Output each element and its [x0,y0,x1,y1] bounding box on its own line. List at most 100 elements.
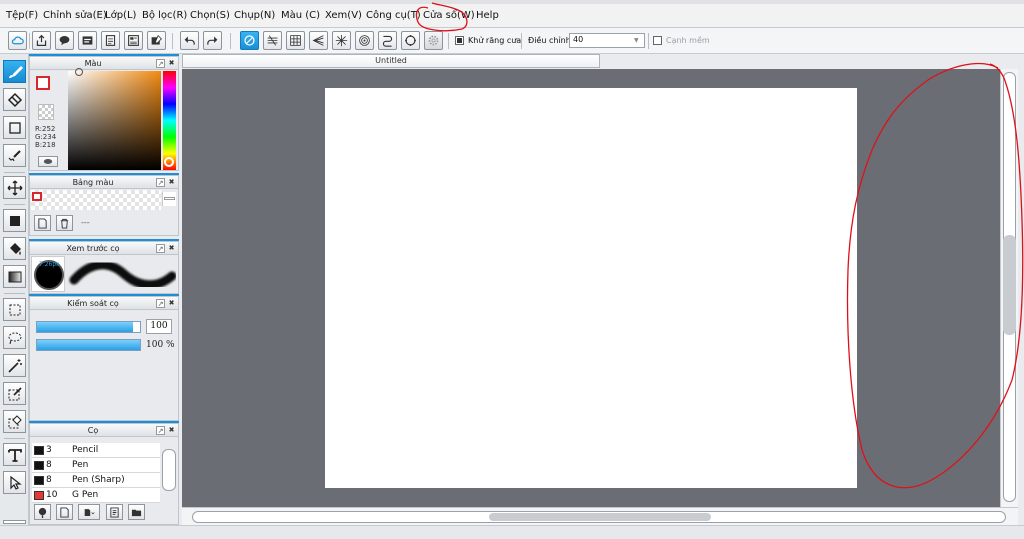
canvas-workspace[interactable] [182,69,1000,507]
brush-menu-button[interactable] [78,504,100,520]
picker-cursor[interactable] [75,68,83,76]
grid-button[interactable] [286,31,305,50]
close-icon[interactable]: ✖ [167,178,176,187]
brush-item-pen[interactable]: 8 Pen [32,458,160,473]
tool-brush[interactable] [3,60,26,83]
hatching-button[interactable] [263,31,282,50]
menu-help[interactable]: Help [476,10,499,21]
tool-select-eraser[interactable] [3,410,26,433]
tool-operation[interactable] [3,471,26,494]
menu-file[interactable]: Tệp(F) [6,10,38,21]
detach-icon[interactable]: ↗ [156,244,165,253]
menu-capture[interactable]: Chụp(N) [234,10,275,21]
lasso-icon [8,332,21,344]
drawing-canvas[interactable] [325,88,857,488]
tool-select-pen[interactable] [3,382,26,405]
horizontal-scroll-track[interactable] [192,511,1006,523]
chevron-down-icon[interactable]: ▼ [634,37,639,44]
menu-window[interactable]: Cửa sổ(W) [423,10,475,21]
circle-ruler-button[interactable] [401,31,420,50]
menu-filter[interactable]: Bộ lọc(R) [142,10,187,21]
antialias-checkbox[interactable] [455,36,464,45]
menu-view[interactable]: Xem(V) [325,10,362,21]
brush-folder-button[interactable] [128,504,145,520]
saturation-value-picker[interactable] [68,68,161,170]
vertical-scrollbar[interactable] [1000,69,1018,507]
hue-slider-handle[interactable] [164,157,174,167]
brush-size-input[interactable]: 100 [146,319,172,334]
menu-tool[interactable]: Công cụ(T) [366,10,421,21]
hue-slider[interactable] [163,71,176,170]
card-button[interactable] [78,31,97,50]
close-icon[interactable]: ✖ [167,299,176,308]
cloud-button[interactable] [8,31,27,50]
horizontal-scroll-thumb[interactable] [489,513,711,521]
menu-color[interactable]: Màu (C) [281,10,320,21]
brush-item-pen-sharp[interactable]: 8 Pen (Sharp) [32,473,160,488]
transparent-color-swatch[interactable] [38,104,54,120]
brush-item-pencil[interactable]: 3 Pencil [32,443,160,458]
radial-lines-button[interactable] [332,31,351,50]
detach-icon[interactable]: ↗ [156,178,165,187]
brush-opacity-slider[interactable] [36,339,141,351]
tool-text[interactable] [3,443,26,466]
perspective-button[interactable] [309,31,328,50]
new-page-icon [38,217,47,229]
brush-size-fill [37,322,133,332]
delete-swatch-button[interactable] [56,215,73,231]
foreground-color-swatch[interactable] [36,76,50,90]
tool-palette-collapse[interactable] [3,520,26,524]
palette-scrollbar[interactable] [162,192,176,206]
tool-bucket[interactable] [3,237,26,260]
tool-rectangle[interactable] [3,116,26,139]
brush-item-g-pen[interactable]: 10 G Pen [32,488,160,503]
brush-control-header: Kiểm soát cọ ↗ ✖ [30,297,178,310]
tool-dot-pen[interactable] [3,144,26,167]
tool-move[interactable] [3,176,26,199]
brush-size: 8 [46,475,52,485]
export-button[interactable] [32,31,51,50]
menu-layer[interactable]: Lớp(L) [105,10,136,21]
red-value: R:252 [35,125,56,133]
tool-lasso[interactable] [3,326,26,349]
comment-button[interactable] [55,31,74,50]
new-swatch-button[interactable] [34,215,51,231]
concentric-icon [359,35,370,46]
eyedropper-button[interactable] [38,156,58,167]
curve-button[interactable] [378,31,397,50]
close-icon[interactable]: ✖ [167,426,176,435]
concentric-button[interactable] [355,31,374,50]
horizontal-scrollbar[interactable] [182,507,1018,525]
new-brush-button[interactable] [56,504,73,520]
redo-button[interactable] [203,31,222,50]
vertical-scroll-thumb[interactable] [1003,235,1016,335]
detach-icon[interactable]: ↗ [156,59,165,68]
tool-magic-wand[interactable] [3,354,26,377]
canvas-settings-button[interactable] [147,31,166,50]
menu-edit[interactable]: Chỉnh sửa(E) [43,10,107,21]
close-icon[interactable]: ✖ [167,244,176,253]
palette-swatch-grid[interactable] [31,190,161,210]
palette-selected-swatch[interactable] [32,192,42,201]
document-tab[interactable]: Untitled [182,54,600,68]
tool-gradient[interactable] [3,265,26,288]
snap-settings-button[interactable] [424,31,443,50]
brush-document-button[interactable] [106,504,123,520]
brush-size-slider[interactable] [36,321,141,333]
document-tab-bar: Untitled [182,54,1018,69]
brush-settings-button[interactable] [34,504,51,520]
layout-button[interactable] [124,31,143,50]
tool-fill-rect[interactable] [3,209,26,232]
smooth-edge-checkbox[interactable] [653,36,662,45]
palette-panel-title: Bảng màu [72,178,114,187]
menu-select[interactable]: Chọn(S) [190,10,230,21]
selection-off-button[interactable] [240,31,259,50]
close-icon[interactable]: ✖ [167,59,176,68]
detach-icon[interactable]: ↗ [156,299,165,308]
document-button[interactable] [101,31,120,50]
tool-rect-select[interactable] [3,298,26,321]
detach-icon[interactable]: ↗ [156,426,165,435]
undo-button[interactable] [180,31,199,50]
tool-eraser[interactable] [3,88,26,111]
brush-list-scrollbar[interactable] [162,449,176,491]
